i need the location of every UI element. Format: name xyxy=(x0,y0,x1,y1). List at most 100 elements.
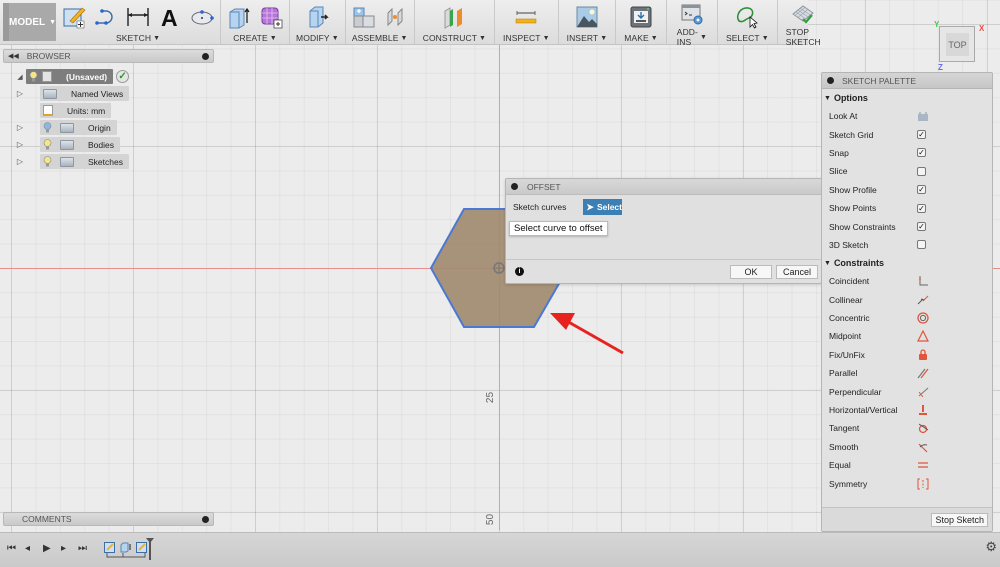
timeline-marker-handle[interactable] xyxy=(145,537,155,561)
constraint-collinear[interactable]: Collinear xyxy=(822,291,992,309)
fix-icon[interactable] xyxy=(917,349,929,361)
palette-option-row[interactable]: Sketch Grid ✓ xyxy=(822,125,992,143)
checkbox[interactable]: ✓ xyxy=(917,148,926,158)
info-icon[interactable]: i xyxy=(515,267,524,276)
step-forward-icon[interactable]: ▸ xyxy=(61,543,66,554)
toolbar-group-label[interactable]: CREATE xyxy=(233,33,267,43)
joint-icon[interactable] xyxy=(384,5,408,29)
collinear-icon[interactable] xyxy=(917,294,929,306)
new-component-icon[interactable] xyxy=(352,5,376,29)
palette-collapse-icon[interactable] xyxy=(827,77,834,84)
options-section-toggle[interactable]: ▼ Options xyxy=(822,89,992,107)
go-to-end-icon[interactable]: ⏭ xyxy=(78,543,87,554)
press-pull-icon[interactable] xyxy=(305,5,330,29)
scripts-icon[interactable] xyxy=(680,2,704,26)
palette-option-row[interactable]: 3D Sketch xyxy=(822,236,992,254)
tangent-icon[interactable] xyxy=(917,422,929,434)
checkbox[interactable]: ✓ xyxy=(917,222,926,232)
constraints-section-toggle[interactable]: ▼ Constraints xyxy=(822,254,992,272)
offset-dialog-header[interactable]: OFFSET xyxy=(506,179,821,195)
tree-row-units[interactable]: Units: mm xyxy=(14,102,129,119)
expand-arrow-icon[interactable]: ▷ xyxy=(14,89,26,98)
visibility-bulb-icon[interactable] xyxy=(43,156,52,167)
visibility-bulb-icon[interactable] xyxy=(43,139,52,150)
form-icon[interactable] xyxy=(259,5,283,29)
expand-arrow-icon[interactable]: ▷ xyxy=(14,140,26,149)
tree-root-row[interactable]: ◢ (Unsaved) ✓ xyxy=(14,68,130,85)
expand-arrow-icon[interactable]: ▷ xyxy=(14,157,26,166)
horizontal-vertical-icon[interactable] xyxy=(917,404,929,416)
tree-item-named-views[interactable]: Named Views xyxy=(40,86,130,101)
dialog-collapse-icon[interactable] xyxy=(511,183,518,190)
constraint-fix-unfix[interactable]: Fix/UnFix xyxy=(822,346,992,364)
sketch-palette-header[interactable]: SKETCH PALETTE xyxy=(822,73,992,89)
concentric-icon[interactable] xyxy=(917,312,929,324)
constraint-parallel[interactable]: Parallel xyxy=(822,364,992,382)
go-to-start-icon[interactable]: ⏮ xyxy=(7,543,16,554)
visibility-bulb-icon[interactable] xyxy=(29,71,38,82)
toolbar-group-label[interactable]: MODIFY xyxy=(296,33,330,43)
play-icon[interactable]: ▶ xyxy=(43,543,51,554)
parallel-icon[interactable] xyxy=(917,367,929,379)
tree-item-sketches[interactable]: Sketches xyxy=(40,154,129,169)
constraint-equal[interactable]: Equal xyxy=(822,456,992,474)
ellipse-icon[interactable] xyxy=(190,5,214,29)
toolbar-group-label[interactable]: ASSEMBLE xyxy=(352,33,399,43)
perpendicular-icon[interactable] xyxy=(917,386,929,398)
insert-image-icon[interactable] xyxy=(575,5,599,29)
text-icon[interactable]: A xyxy=(158,5,182,29)
browser-panel-header[interactable]: ◀◀ BROWSER xyxy=(3,49,214,63)
tree-item-root[interactable]: (Unsaved) xyxy=(26,69,114,84)
ok-button[interactable]: OK xyxy=(730,265,772,279)
constraint-midpoint[interactable]: Midpoint xyxy=(822,327,992,345)
midpoint-icon[interactable] xyxy=(917,330,929,343)
stop-sketch-button[interactable]: Stop Sketch xyxy=(931,513,988,527)
coincident-icon[interactable] xyxy=(917,275,929,287)
checkbox[interactable] xyxy=(917,240,926,250)
stop-sketch-icon[interactable] xyxy=(791,2,815,26)
constraint-perpendicular[interactable]: Perpendicular xyxy=(822,382,992,400)
toolbar-group-label[interactable]: SELECT xyxy=(726,33,760,43)
look-at-icon[interactable] xyxy=(917,110,929,122)
palette-option-row[interactable]: Show Points ✓ xyxy=(822,199,992,217)
checkbox[interactable]: ✓ xyxy=(917,203,926,213)
measure-icon[interactable] xyxy=(514,5,538,29)
constraint-coincident[interactable]: Coincident xyxy=(822,272,992,290)
timeline-extrude-feature-icon[interactable] xyxy=(120,542,131,553)
toolbar-group-label[interactable]: INSPECT xyxy=(503,33,541,43)
smooth-icon[interactable] xyxy=(917,441,929,453)
equal-icon[interactable] xyxy=(917,459,929,471)
tree-row-origin[interactable]: ▷ Origin xyxy=(14,119,129,136)
comments-panel-header[interactable]: COMMENTS xyxy=(3,512,214,526)
tree-row-named-views[interactable]: ▷ Named Views xyxy=(14,85,130,102)
tree-item-units[interactable]: Units: mm xyxy=(40,103,112,118)
palette-option-row[interactable]: Slice xyxy=(822,162,992,180)
constraint-horizontal-vertical[interactable]: Horizontal/Vertical xyxy=(822,401,992,419)
expand-arrow-icon[interactable]: ▷ xyxy=(14,123,26,132)
toolbar-group-label[interactable]: SKETCH xyxy=(116,33,151,43)
step-back-icon[interactable]: ◂ xyxy=(25,543,30,554)
3d-print-icon[interactable] xyxy=(629,5,653,29)
tree-row-bodies[interactable]: ▷ Bodies xyxy=(14,136,129,153)
palette-option-row[interactable]: Show Profile ✓ xyxy=(822,181,992,199)
expand-arrow-icon[interactable]: ◢ xyxy=(14,73,26,81)
toolbar-group-label[interactable]: MAKE xyxy=(624,33,649,43)
palette-option-row[interactable]: Look At xyxy=(822,107,992,125)
settings-gear-icon[interactable]: ⚙ xyxy=(985,539,997,555)
tree-item-bodies[interactable]: Bodies xyxy=(40,137,120,152)
viewcube[interactable]: TOP xyxy=(939,26,975,62)
checkbox[interactable]: ✓ xyxy=(917,130,926,140)
constraint-symmetry[interactable]: Symmetry xyxy=(822,474,992,492)
tree-row-sketches[interactable]: ▷ Sketches xyxy=(14,153,129,170)
constraint-tangent[interactable]: Tangent xyxy=(822,419,992,437)
timeline-sketch-feature-icon[interactable] xyxy=(104,542,115,553)
stop-sketch-toolbar-label[interactable]: STOP SKETCH xyxy=(786,27,821,47)
select-curves-button[interactable]: ➤ Select xyxy=(583,199,623,215)
toolbar-group-label[interactable]: INSERT xyxy=(567,33,599,43)
spline-icon[interactable] xyxy=(94,5,118,29)
create-sketch-icon[interactable] xyxy=(62,5,86,29)
tree-item-origin[interactable]: Origin xyxy=(40,120,117,135)
select-lasso-icon[interactable] xyxy=(735,5,759,29)
extrude-icon[interactable] xyxy=(227,5,251,29)
cancel-button[interactable]: Cancel xyxy=(776,265,818,279)
